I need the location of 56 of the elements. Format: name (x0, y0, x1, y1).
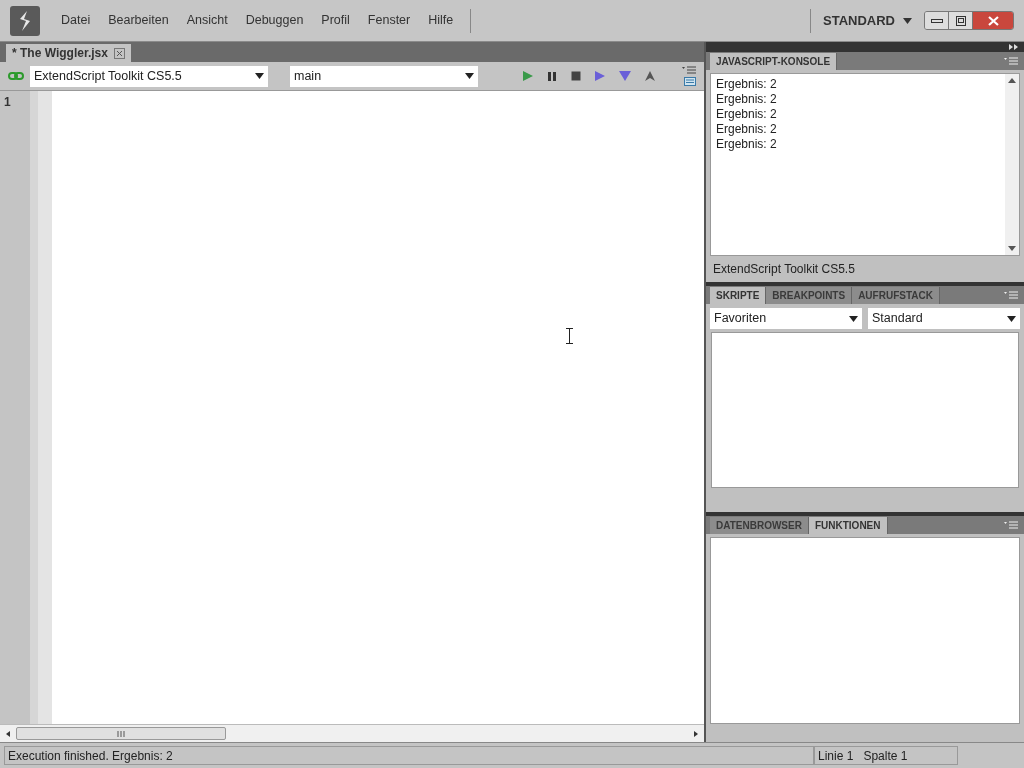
console-toggle-icon[interactable] (684, 77, 696, 86)
panel-menu-icon[interactable] (682, 66, 696, 74)
text-cursor-icon (566, 328, 573, 344)
console-footer-text: ExtendScript Toolkit CS5.5 (713, 261, 855, 278)
step-over-icon[interactable] (594, 70, 606, 82)
horizontal-scrollbar-thumb[interactable] (16, 727, 226, 740)
console-line: Ergebnis: 2 (716, 137, 778, 152)
app-logo-icon (10, 5, 40, 36)
console-line: Ergebnis: 2 (716, 77, 778, 92)
close-tab-icon[interactable] (113, 47, 125, 59)
workspace-switcher[interactable]: STANDARD (823, 10, 912, 31)
menu-item[interactable]: Profil (314, 11, 357, 30)
menu-item[interactable]: Debuggen (238, 11, 311, 30)
panel-tab[interactable]: SKRIPTE (710, 287, 767, 304)
close-button[interactable] (973, 12, 1013, 29)
step-into-icon[interactable] (618, 70, 632, 82)
caret-icon (255, 73, 264, 79)
console-line: Ergebnis: 2 (716, 92, 778, 107)
step-out-icon[interactable] (644, 70, 656, 82)
menu-item[interactable]: Datei (54, 11, 98, 30)
panel-menu-icon[interactable] (1004, 521, 1018, 529)
panel-menu-icon[interactable] (1004, 57, 1018, 65)
close-icon (987, 15, 999, 26)
panel-tab[interactable]: FUNKTIONEN (808, 517, 888, 534)
target-dropdown[interactable]: ExtendScript Toolkit CS5.5 (30, 65, 268, 87)
line-indicator: Linie 1 (818, 747, 854, 765)
menu-item[interactable]: Hilfe (421, 11, 461, 30)
panel-tab[interactable]: JAVASCRIPT-KONSOLE (710, 53, 838, 70)
scripts-scope-dropdown[interactable]: Standard (868, 308, 1020, 329)
line-number: 1 (4, 94, 12, 111)
function-dropdown[interactable]: main (290, 65, 478, 87)
status-message: Execution finished. Ergebnis: 2 (8, 747, 173, 765)
scripts-source-dropdown[interactable]: Favoriten (710, 308, 862, 329)
caret-icon (465, 73, 474, 79)
console-line: Ergebnis: 2 (716, 122, 778, 137)
collapse-panels-icon[interactable] (1009, 44, 1018, 50)
menu-item[interactable]: Fenster (360, 11, 418, 30)
minimize-icon (930, 18, 943, 23)
scroll-left-icon[interactable] (4, 729, 12, 738)
menu-item[interactable]: Ansicht (179, 11, 235, 30)
panel-menu-icon[interactable] (1004, 291, 1018, 299)
minimize-button[interactable] (925, 12, 949, 29)
caret-icon (1007, 315, 1016, 322)
scroll-right-icon[interactable] (692, 729, 700, 738)
menu-item[interactable]: Bearbeiten (101, 11, 176, 30)
caret-icon (849, 315, 858, 322)
restore-icon (955, 15, 966, 26)
editor-tab[interactable]: * The Wiggler.jsx (6, 44, 131, 62)
scroll-up-icon[interactable] (1008, 78, 1016, 83)
stop-icon[interactable] (570, 70, 582, 82)
console-line: Ergebnis: 2 (716, 107, 778, 122)
column-indicator: Spalte 1 (863, 747, 908, 765)
maximize-button[interactable] (949, 12, 973, 29)
scroll-down-icon[interactable] (1008, 246, 1016, 251)
pause-icon[interactable] (546, 70, 558, 82)
caret-icon (903, 17, 912, 24)
